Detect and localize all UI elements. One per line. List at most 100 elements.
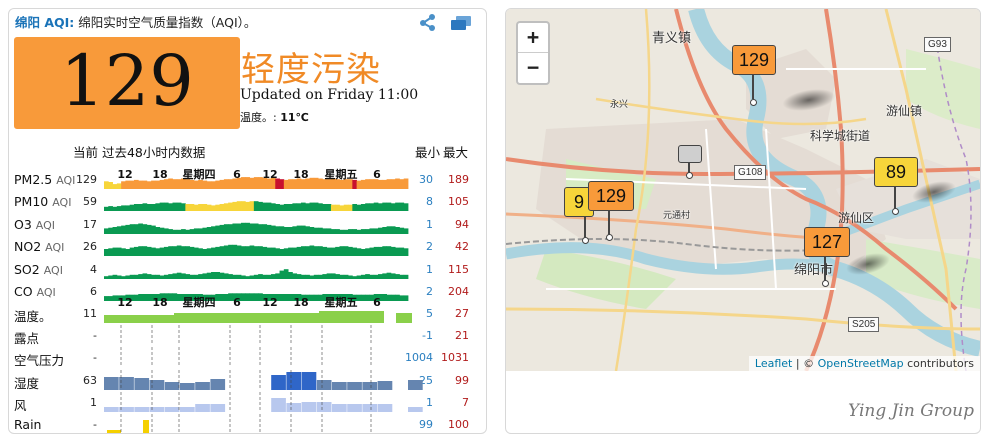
row-max: 94 <box>455 218 469 231</box>
row-current: 129 <box>76 173 97 186</box>
row-max: 115 <box>448 263 469 276</box>
station-aqi-badge[interactable]: 89 <box>874 157 918 187</box>
table-row: 露点 - -1 21 <box>9 325 486 347</box>
row-label: Rain <box>14 417 42 432</box>
road-shield-s205: S205 <box>848 317 880 332</box>
table-row: CO AQI 6 2 204 <box>9 281 486 303</box>
row-label: 空气压力 <box>14 353 65 368</box>
row-min: 1 <box>426 396 433 409</box>
table-row: PM10 AQI 59 8 105 <box>9 191 486 213</box>
aqi-panel: 绵阳 AQI: 绵阳实时空气质量指数（AQI）。 129 轻度污染 Update… <box>8 8 487 434</box>
leaflet-link[interactable]: Leaflet <box>755 357 792 370</box>
row-max: 189 <box>448 173 469 186</box>
row-current: 63 <box>83 374 97 387</box>
osm-link[interactable]: OpenStreetMap <box>818 357 904 370</box>
table-row: PM2.5 AQI 129 30 189 <box>9 169 486 191</box>
row-min: 5 <box>426 307 433 320</box>
row-min: 8 <box>426 195 433 208</box>
row-current: - <box>93 418 97 431</box>
row-current: - <box>93 351 97 364</box>
row-min: 1004 <box>405 351 433 364</box>
row-max: 42 <box>455 240 469 253</box>
temperature-label: 温度。: <box>240 111 281 124</box>
zoom-control: + − <box>516 21 550 85</box>
row-current: 17 <box>83 218 97 231</box>
station-aqi-badge[interactable]: 129 <box>588 181 634 211</box>
widget-icon[interactable] <box>450 15 472 35</box>
row-label: PM2.5 AQI <box>14 172 76 187</box>
row-label: CO AQI <box>14 284 56 299</box>
row-current: 6 <box>90 285 97 298</box>
aqi-value-box: 129 <box>14 37 240 129</box>
share-icon[interactable] <box>419 13 437 35</box>
panel-header: 绵阳 AQI: 绵阳实时空气质量指数（AQI）。 <box>15 12 256 31</box>
temperature-line: 温度。: 11℃ <box>240 109 309 125</box>
min-header: 最小 <box>415 145 441 160</box>
road-shield-g108: G108 <box>734 165 767 180</box>
table-row: 温度。 11 5 27 <box>9 303 486 325</box>
row-label: O3 AQI <box>14 217 56 232</box>
map-label-youxianqu: 游仙区 <box>838 211 875 225</box>
row-min: 2 <box>426 285 433 298</box>
row-current: 4 <box>90 263 97 276</box>
row-label: SO2 AQI <box>14 262 63 277</box>
row-current: - <box>93 329 97 342</box>
map-label-qingyi: 青义镇 <box>652 31 692 46</box>
row-min: 25 <box>419 374 433 387</box>
aqi-value: 129 <box>60 40 194 122</box>
table-caption: 当前 过去48小时内数据 <box>73 145 206 160</box>
attribution-tail: contributors <box>903 357 974 370</box>
row-min: 1 <box>426 218 433 231</box>
map-label-yongxing: 永兴 <box>610 100 629 110</box>
row-max: 100 <box>448 418 469 431</box>
row-current: 59 <box>83 195 97 208</box>
update-time: Updated on Friday 11:00 <box>240 87 419 103</box>
row-label: NO2 AQI <box>14 239 65 254</box>
row-max: 204 <box>448 285 469 298</box>
row-label: 风 <box>14 398 27 413</box>
table-row: Rain - 99 100 <box>9 414 486 433</box>
table-row: 风 1 1 7 <box>9 392 486 414</box>
header-title: 绵阳实时空气质量指数（AQI）。 <box>74 15 257 30</box>
city-name[interactable]: 绵阳 AQI: <box>15 15 74 30</box>
row-current: 1 <box>90 396 97 409</box>
road-shield-g93: G93 <box>924 37 951 52</box>
table-row: 湿度 63 25 99 <box>9 370 486 392</box>
max-header: 最大 <box>443 145 469 160</box>
table-row: NO2 AQI 26 2 42 <box>9 236 486 258</box>
row-label: 温度。 <box>14 309 52 324</box>
zoom-in-button[interactable]: + <box>518 23 548 53</box>
attribution-separator: | © <box>792 357 818 370</box>
station-aqi-badge[interactable] <box>678 145 702 163</box>
map-panel: 青义镇 永兴 科学城街道 游仙镇 元通村 游仙区 绵阳市 G93 G108 S2… <box>505 8 981 434</box>
row-current: 11 <box>83 307 97 320</box>
row-max: 1031 <box>441 351 469 364</box>
row-current: 26 <box>83 240 97 253</box>
row-max: 99 <box>455 374 469 387</box>
row-max: 21 <box>455 329 469 342</box>
map-label-kexue: 科学城街道 <box>810 129 871 143</box>
row-label: PM10 AQI <box>14 194 72 209</box>
row-max: 27 <box>455 307 469 320</box>
row-min: 2 <box>426 240 433 253</box>
row-label: 湿度 <box>14 376 40 391</box>
station-aqi-badge[interactable]: 127 <box>804 227 850 257</box>
map-label-mianyang: 绵阳市 <box>794 263 834 278</box>
map-label-youxianzhen: 游仙镇 <box>886 104 923 118</box>
station-map[interactable]: 青义镇 永兴 科学城街道 游仙镇 元通村 游仙区 绵阳市 G93 G108 S2… <box>506 9 980 371</box>
row-min: 30 <box>419 173 433 186</box>
temperature-value: 11℃ <box>280 111 309 124</box>
zoom-out-button[interactable]: − <box>518 53 548 83</box>
map-label-yuantong: 元通村 <box>663 211 691 221</box>
row-label: 露点 <box>14 331 40 346</box>
map-attribution: Leaflet | © OpenStreetMap contributors <box>748 356 980 371</box>
station-aqi-badge[interactable]: 129 <box>732 45 776 75</box>
row-min: 1 <box>426 263 433 276</box>
signature-logo: Ying Jin Group <box>848 401 974 421</box>
header-icons <box>411 13 472 35</box>
row-max: 7 <box>462 396 469 409</box>
row-min: 99 <box>419 418 433 431</box>
row-min: -1 <box>422 329 433 342</box>
aqi-level: 轻度污染 <box>241 50 381 90</box>
table-row: 空气压力 - 1004 1031 <box>9 347 486 369</box>
